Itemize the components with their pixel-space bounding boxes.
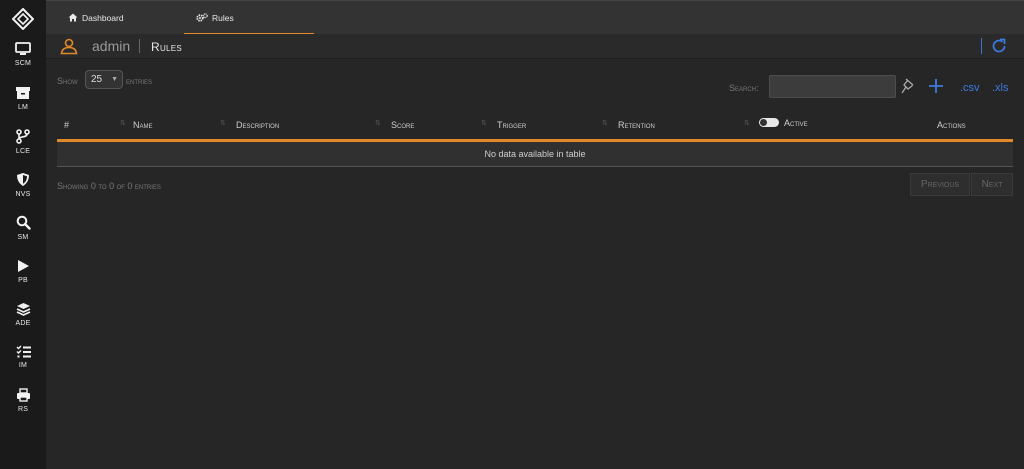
table-header: # ⇅ Name ⇅ Description ⇅ Score ⇅ Trigger… xyxy=(57,113,1013,142)
printer-icon xyxy=(16,388,30,402)
sidebar-item-label: LM xyxy=(17,104,29,111)
export-xls-link[interactable]: .xls xyxy=(992,82,1009,94)
showing-entries-label: Showing 0 to 0 of 0 entries xyxy=(57,181,161,191)
sidebar-item-label: SM xyxy=(17,234,29,241)
play-icon xyxy=(18,260,29,272)
archive-icon xyxy=(16,87,30,99)
tab-label: Rules xyxy=(212,13,234,23)
sidebar: SCM LM LCE NVS SM PB ADE IM RS xyxy=(0,0,46,469)
column-header-number[interactable]: # xyxy=(64,120,69,130)
pin-icon[interactable] xyxy=(901,78,915,95)
sidebar-item-label: LCE xyxy=(15,148,31,155)
sort-icon: ⇅ xyxy=(120,120,126,127)
column-header-retention[interactable]: Retention xyxy=(618,120,655,130)
tab-bar: Dashboard Rules xyxy=(46,0,1024,35)
table-empty-row: No data available in table xyxy=(57,142,1013,167)
previous-page-button[interactable]: Previous xyxy=(910,173,970,196)
sidebar-item-label: ADE xyxy=(15,320,31,327)
sidebar-item-label: PB xyxy=(18,277,28,284)
page-size-value: 25 xyxy=(91,74,103,85)
next-page-button[interactable]: Next xyxy=(971,173,1013,196)
column-header-score[interactable]: Score xyxy=(391,120,414,130)
sort-icon: ⇅ xyxy=(744,120,750,127)
sidebar-item-pb[interactable]: PB xyxy=(0,259,46,301)
sidebar-item-lm[interactable]: LM xyxy=(0,86,46,128)
search-label: Search: xyxy=(729,83,759,93)
show-label: Show xyxy=(57,76,78,86)
search-input[interactable] xyxy=(769,75,896,98)
home-icon xyxy=(68,13,78,22)
sidebar-item-scm[interactable]: SCM xyxy=(0,42,46,84)
sort-icon: ⇅ xyxy=(602,120,608,127)
branch-icon xyxy=(16,129,30,144)
header-divider xyxy=(981,38,982,54)
sidebar-item-rs[interactable]: RS xyxy=(0,388,46,430)
column-header-name[interactable]: Name xyxy=(133,120,153,130)
active-toggle[interactable] xyxy=(759,118,779,127)
tab-label: Dashboard xyxy=(82,13,124,23)
entries-label: entries xyxy=(126,76,153,86)
page-title: Rules xyxy=(151,40,183,54)
sort-icon: ⇅ xyxy=(375,120,381,127)
sort-icon: ⇅ xyxy=(481,120,487,127)
refresh-icon[interactable] xyxy=(990,37,1008,55)
layers-icon xyxy=(16,303,30,316)
export-csv-link[interactable]: .csv xyxy=(960,82,980,94)
tab-dashboard[interactable]: Dashboard xyxy=(68,1,178,35)
chevron-down-icon: ▼ xyxy=(111,76,118,83)
sidebar-item-im[interactable]: IM xyxy=(0,345,46,387)
sidebar-item-ade[interactable]: ADE xyxy=(0,302,46,344)
column-header-description[interactable]: Description xyxy=(236,120,279,130)
header-separator xyxy=(139,39,140,53)
search-icon xyxy=(16,215,31,230)
sidebar-item-label: NVS xyxy=(15,191,31,198)
page-header: admin Rules xyxy=(46,34,1024,59)
monitor-icon xyxy=(15,42,31,55)
column-header-actions: Actions xyxy=(937,120,966,130)
shield-icon xyxy=(17,173,29,186)
tab-rules[interactable]: Rules xyxy=(184,1,314,35)
column-header-trigger[interactable]: Trigger xyxy=(497,120,526,130)
column-header-active[interactable]: Active xyxy=(784,118,808,128)
plus-icon[interactable] xyxy=(928,78,944,94)
sidebar-item-sm[interactable]: SM xyxy=(0,215,46,257)
toggle-knob xyxy=(760,119,767,126)
sidebar-item-label: SCM xyxy=(14,60,32,67)
diamond-logo-icon[interactable] xyxy=(12,8,34,30)
cogs-icon xyxy=(196,13,208,22)
sidebar-item-label: IM xyxy=(18,362,28,369)
sidebar-item-lce[interactable]: LCE xyxy=(0,129,46,171)
sidebar-item-label: RS xyxy=(17,406,29,413)
user-icon xyxy=(60,38,78,55)
user-name: admin xyxy=(92,38,131,54)
rules-table: # ⇅ Name ⇅ Description ⇅ Score ⇅ Trigger… xyxy=(57,113,1013,167)
checklist-icon xyxy=(16,345,31,358)
page-size-select[interactable]: 25 ▼ xyxy=(85,70,123,89)
sidebar-item-nvs[interactable]: NVS xyxy=(0,172,46,214)
sort-icon: ⇅ xyxy=(220,120,226,127)
